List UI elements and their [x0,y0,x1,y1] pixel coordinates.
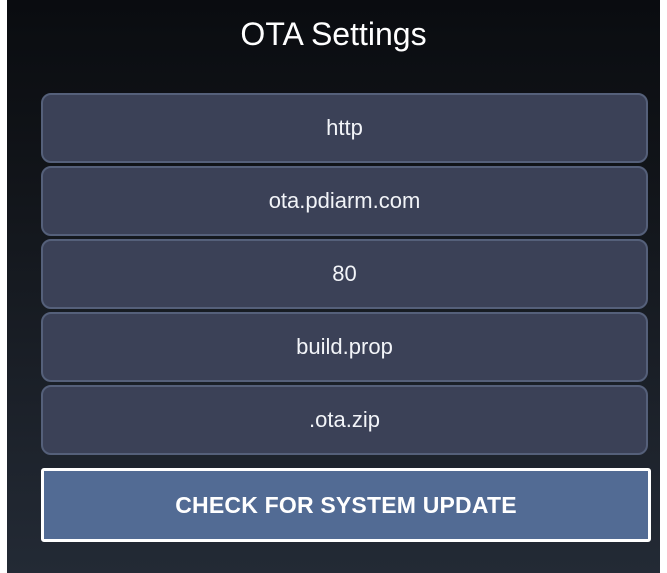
port-value: 80 [332,261,357,286]
build-file-field[interactable]: build.prop [41,312,648,382]
check-for-system-update-button[interactable]: CHECK FOR SYSTEM UPDATE [41,468,651,542]
check-for-system-update-label: CHECK FOR SYSTEM UPDATE [175,491,517,518]
ota-settings-screen: OTA Settings http ota.pdiarm.com 80 buil… [7,0,660,573]
page-title: OTA Settings [240,16,427,52]
package-suffix-value: .ota.zip [309,407,380,432]
server-host-field[interactable]: ota.pdiarm.com [41,166,648,236]
package-suffix-field[interactable]: .ota.zip [41,385,648,455]
port-field[interactable]: 80 [41,239,648,309]
server-host-value: ota.pdiarm.com [268,188,421,213]
protocol-field[interactable]: http [41,93,648,163]
build-file-value: build.prop [296,334,393,359]
protocol-value: http [326,115,363,140]
